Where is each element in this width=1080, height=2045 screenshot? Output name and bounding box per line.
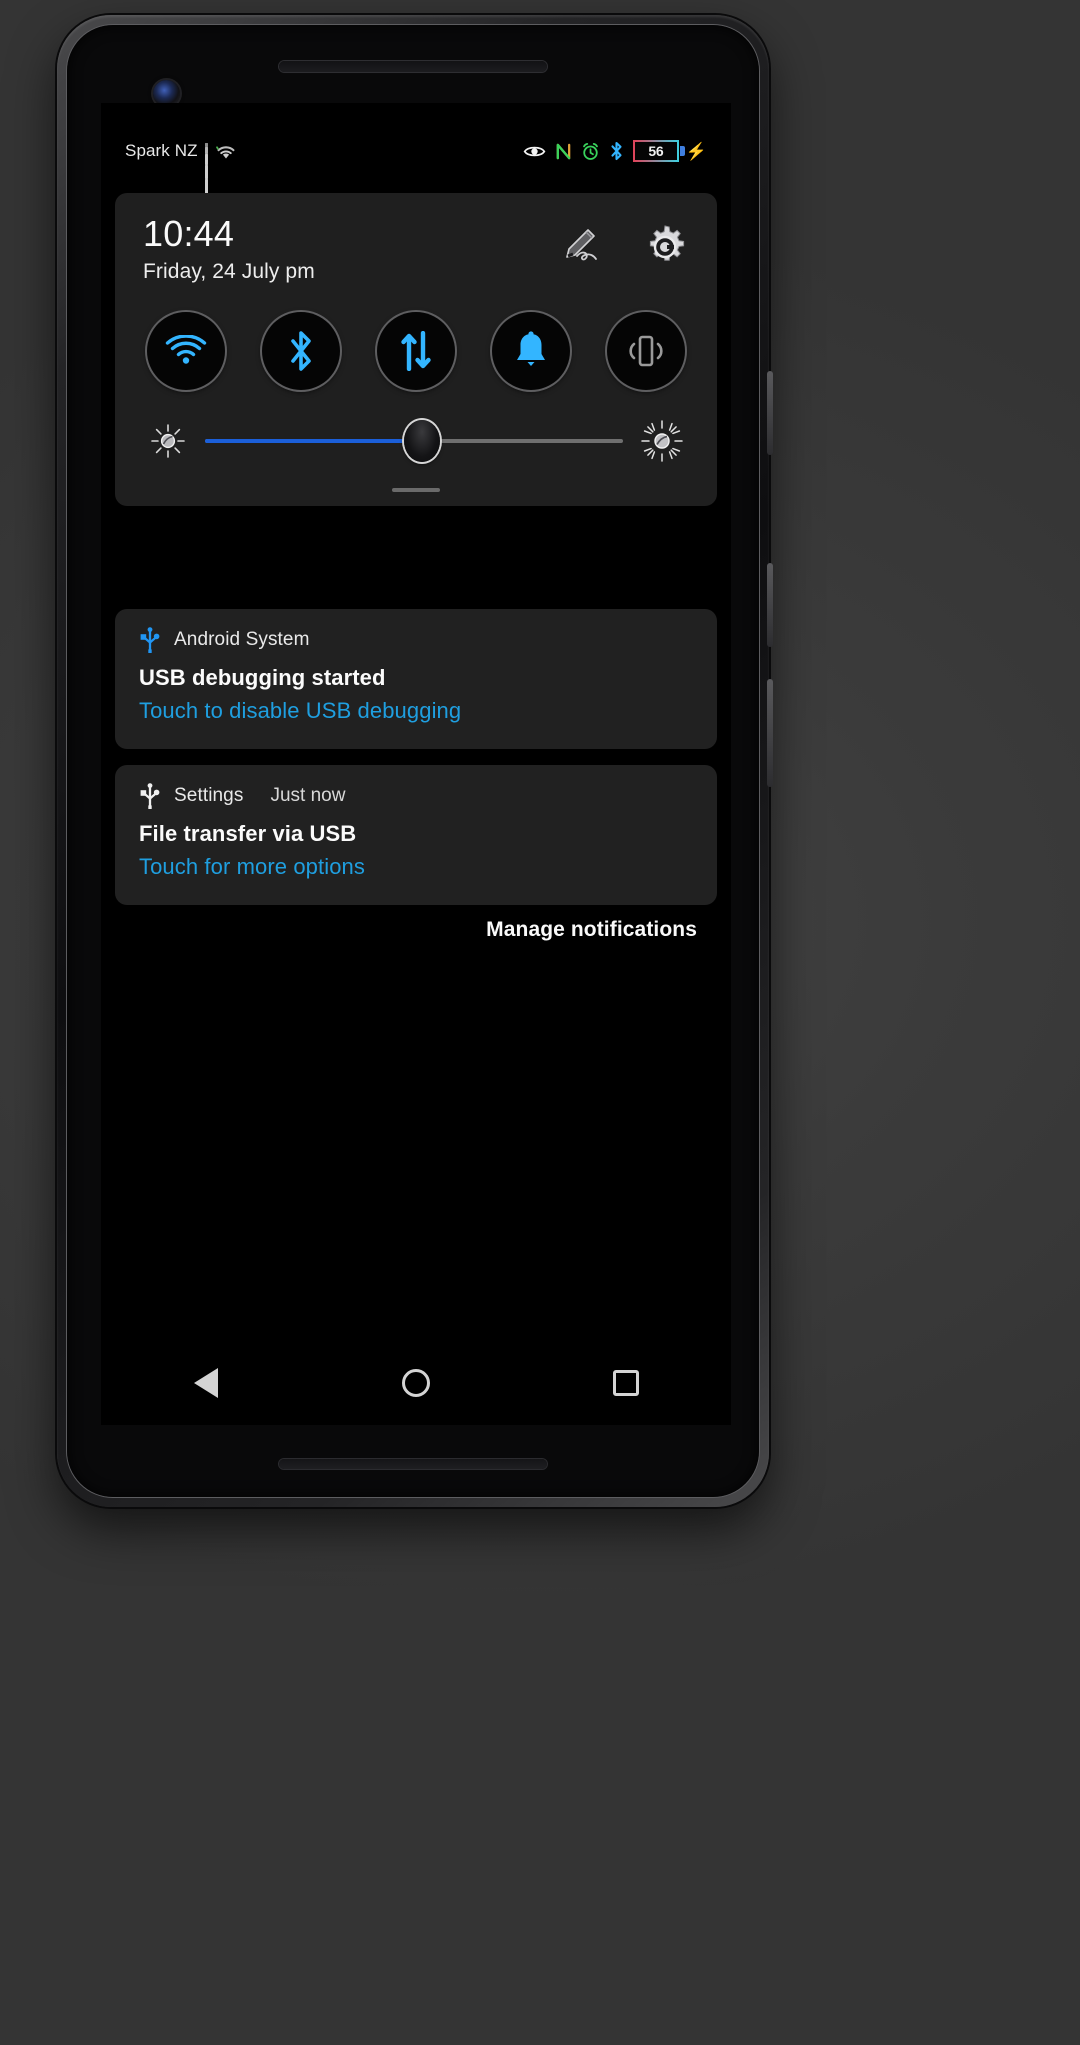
recents-square-icon [613,1370,639,1396]
manage-notifications-row: Manage notifications [115,918,717,942]
notification-app-name: Android System [174,629,310,650]
phone-bezel: Spark NZ 56 ⚡ 10:44 Friday, 24 July pm A… [67,25,759,1497]
usb-icon [139,627,161,655]
home-circle-icon [402,1369,430,1397]
navigation-bar [101,1341,731,1425]
status-bar-right: 56 ⚡ [523,140,707,162]
status-bar: Spark NZ 56 ⚡ [101,133,731,196]
quick-settings-tiles [115,284,717,390]
notification-card[interactable]: Android System USB debugging started Tou… [115,609,717,749]
recents-button[interactable] [581,1353,671,1413]
date-label: Friday, 24 July pm [143,259,315,283]
quick-settings-header: 10:44 Friday, 24 July pm [115,215,717,284]
scene: Spark NZ 56 ⚡ 10:44 Friday, 24 July pm A… [0,0,1080,2045]
notification-subtitle[interactable]: Touch for more options [139,854,693,880]
volume-up-button[interactable] [767,371,773,455]
vibrate-icon [626,333,666,369]
clock-label: 10:44 [143,213,235,254]
gear-icon[interactable] [641,223,689,271]
usb-icon [139,783,161,811]
brightness-low-icon [149,422,187,460]
notification-header: Android System [139,627,693,655]
power-button[interactable] [767,679,773,787]
home-button[interactable] [371,1353,461,1413]
tile-vibrate[interactable] [607,311,685,390]
pencil-edit-icon[interactable] [559,225,605,269]
alarm-clock-icon [581,142,600,161]
notification-app-name: Settings [174,785,244,806]
notification-subtitle[interactable]: Touch to disable USB debugging [139,698,693,724]
notification-time: Just now [270,785,346,806]
battery-percent-label: 56 [648,143,664,159]
earpiece-speaker [279,61,547,72]
signal-bars-icon [204,142,208,196]
notification-header: Settings Just now [139,783,693,811]
bell-icon [513,331,549,371]
notification-card[interactable]: Settings Just now File transfer via USB … [115,765,717,905]
panel-drag-handle[interactable] [392,487,440,492]
brightness-high-icon [641,420,683,462]
data-transfer-icon [399,330,433,371]
charging-bolt-icon: ⚡ [685,141,707,161]
tile-sound[interactable] [492,311,570,390]
tile-mobile-data[interactable] [377,311,455,390]
bottom-speaker [279,1459,547,1469]
quick-settings-panel: 10:44 Friday, 24 July pm [115,193,717,506]
bluetooth-icon [609,141,624,161]
bluetooth-icon [287,330,315,372]
nfc-icon [555,142,572,161]
phone-screen: Spark NZ 56 ⚡ 10:44 Friday, 24 July pm A… [101,103,731,1425]
back-triangle-icon [194,1368,218,1398]
brightness-slider-fill [205,438,423,443]
battery-tip [679,146,685,156]
tile-bluetooth[interactable] [262,311,340,390]
wifi-icon [165,334,207,367]
notification-title: File transfer via USB [139,821,357,846]
carrier-label: Spark NZ [125,141,198,160]
battery-status: 56 ⚡ [632,140,707,162]
back-button[interactable] [161,1353,251,1413]
clock-block: 10:44 Friday, 24 July pm [143,215,315,284]
status-bar-left: Spark NZ [125,141,237,196]
wifi-icon [215,143,237,160]
quick-settings-header-icons [559,215,689,271]
tile-wifi[interactable] [147,311,225,390]
brightness-slider[interactable] [205,419,623,462]
brightness-slider-row [115,390,717,462]
volume-down-button[interactable] [767,563,773,647]
battery-icon: 56 [632,140,679,162]
notification-title: USB debugging started [139,665,386,690]
brightness-slider-thumb[interactable] [404,419,441,462]
eye-icon [523,144,546,159]
manage-notifications-button[interactable]: Manage notifications [486,918,697,941]
phone-device: Spark NZ 56 ⚡ 10:44 Friday, 24 July pm A… [57,15,773,1507]
